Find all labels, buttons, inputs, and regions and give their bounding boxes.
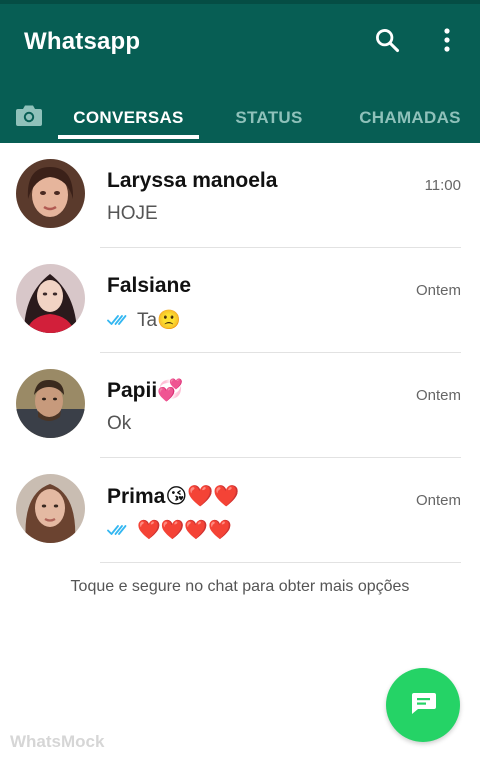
chat-time: Ontem bbox=[415, 492, 461, 509]
chat-time: 11:00 bbox=[424, 177, 461, 194]
chat-preview: Ok bbox=[107, 413, 131, 435]
more-options-button[interactable] bbox=[427, 22, 467, 62]
search-button[interactable] bbox=[367, 22, 407, 62]
chat-time: Ontem bbox=[415, 282, 461, 299]
search-icon bbox=[373, 26, 401, 59]
watermark: WhatsMock bbox=[10, 732, 105, 751]
chat-preview-text: HOJE bbox=[107, 203, 158, 224]
chat-name: Laryssa manoela bbox=[107, 169, 278, 192]
chat-preview: ❤️❤️❤️❤️ bbox=[107, 518, 232, 542]
double-check-icon bbox=[107, 523, 129, 537]
app-title: Whatsapp bbox=[24, 28, 141, 55]
avatar[interactable] bbox=[16, 264, 85, 333]
chat-time: Ontem bbox=[415, 387, 461, 404]
chat-list: Laryssa manoela 11:00 HOJE Falsiane Onte… bbox=[0, 143, 480, 563]
tab-camera[interactable] bbox=[8, 92, 50, 143]
chat-preview-text: ❤️❤️❤️❤️ bbox=[137, 520, 232, 541]
tab-status[interactable]: STATUS bbox=[209, 92, 329, 143]
chat-row-papii[interactable]: Papii💞 Ontem Ok bbox=[0, 353, 480, 458]
avatar[interactable] bbox=[16, 474, 85, 543]
chat-preview-text: Ta🙁 bbox=[137, 310, 181, 331]
chat-preview: HOJE bbox=[107, 203, 158, 225]
tab-chamadas[interactable]: CHAMADAS bbox=[349, 92, 471, 143]
avatar[interactable] bbox=[16, 369, 85, 438]
camera-icon bbox=[15, 103, 43, 132]
active-tab-indicator bbox=[58, 135, 199, 139]
chat-preview-text: Ok bbox=[107, 413, 132, 434]
chat-name: Prima😘❤️❤️ bbox=[107, 485, 240, 508]
divider bbox=[100, 562, 461, 563]
chat-row-prima[interactable]: Prima😘❤️❤️ Ontem ❤️❤️❤️❤️ bbox=[0, 458, 480, 563]
app-bar: Whatsapp CONVERSAS STATUS CHAMADAS bbox=[0, 4, 480, 143]
chat-name: Falsiane bbox=[107, 274, 192, 297]
chat-row-falsiane[interactable]: Falsiane Ontem Ta🙁 bbox=[0, 248, 480, 353]
chat-name: Papii💞 bbox=[107, 379, 184, 402]
avatar[interactable] bbox=[16, 159, 85, 228]
double-check-icon bbox=[107, 313, 129, 327]
chat-preview: Ta🙁 bbox=[107, 308, 181, 332]
new-chat-icon bbox=[409, 691, 437, 720]
chat-row-laryssa[interactable]: Laryssa manoela 11:00 HOJE bbox=[0, 143, 480, 248]
more-vert-icon bbox=[442, 27, 452, 58]
new-chat-button[interactable] bbox=[386, 668, 460, 742]
hint-text: Toque e segure no chat para obter mais o… bbox=[70, 578, 410, 595]
